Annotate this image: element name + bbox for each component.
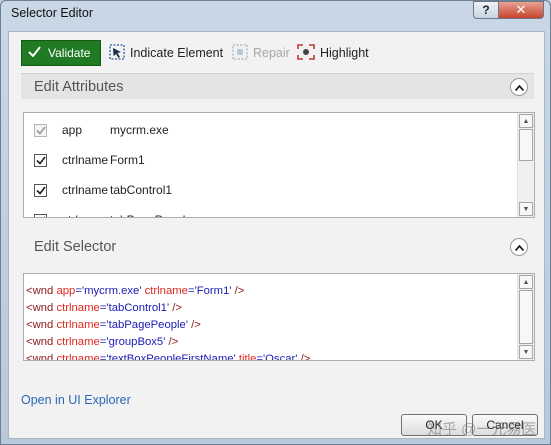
- attribute-checkbox[interactable]: [34, 123, 47, 137]
- attribute-value: mycrm.exe: [110, 123, 169, 137]
- selector-code: <wnd app='mycrm.exe' ctrlname='Form1' />…: [26, 283, 311, 361]
- help-button[interactable]: ?: [473, 1, 499, 19]
- attributes-scrollbar[interactable]: ▲ ▼: [517, 113, 534, 217]
- scrollbar-thumb[interactable]: [519, 129, 533, 161]
- dialog-body: Validate Indicate Element Repair Highlig…: [8, 31, 545, 439]
- selector-scrollbar[interactable]: ▲ ▼: [517, 274, 534, 360]
- scroll-down-arrow-icon[interactable]: ▼: [519, 345, 533, 359]
- repair-button[interactable]: Repair: [232, 40, 290, 66]
- edit-selector-title: Edit Selector: [34, 239, 117, 255]
- title-bar[interactable]: Selector Editor ? ✕: [1, 1, 550, 27]
- edit-attributes-title: Edit Attributes: [34, 78, 124, 95]
- ok-button[interactable]: OK: [401, 414, 467, 436]
- scroll-up-arrow-icon[interactable]: ▲: [519, 275, 533, 289]
- attribute-name: ctrlname: [62, 213, 108, 217]
- attributes-list: app mycrm.exe ctrlname Form1 ctrlname ta…: [23, 112, 535, 218]
- selector-line: <wnd ctrlname='textBoxPeopleFirstName' t…: [26, 353, 311, 361]
- chevron-up-icon: [514, 79, 524, 95]
- check-icon: [28, 46, 41, 60]
- chevron-up-icon: [514, 239, 524, 255]
- attribute-row: ctrlname tabPagePeople: [24, 205, 518, 217]
- edit-attributes-header: Edit Attributes: [21, 73, 534, 99]
- attribute-value: tabControl1: [110, 183, 173, 197]
- attribute-checkbox[interactable]: [34, 183, 47, 197]
- open-in-ui-explorer-link[interactable]: Open in UI Explorer: [21, 393, 131, 407]
- indicate-element-button[interactable]: Indicate Element: [109, 40, 223, 66]
- cursor-select-icon: [109, 43, 125, 63]
- validate-label: Validate: [48, 46, 91, 60]
- attribute-name: ctrlname: [62, 183, 109, 197]
- selector-line: <wnd ctrlname='groupBox5' />: [26, 336, 179, 348]
- attribute-value: Form1: [110, 153, 145, 167]
- attribute-row: app mycrm.exe: [24, 115, 518, 145]
- repair-icon: [232, 43, 248, 63]
- collapse-attributes-button[interactable]: [510, 78, 528, 96]
- attribute-name: ctrlname: [62, 153, 109, 167]
- highlight-button[interactable]: Highlight: [297, 40, 369, 66]
- attribute-value: tabPagePeople: [110, 213, 192, 217]
- scrollbar-thumb[interactable]: [519, 290, 533, 344]
- selector-text-editor[interactable]: <wnd app='mycrm.exe' ctrlname='Form1' />…: [23, 273, 535, 361]
- scroll-down-arrow-icon[interactable]: ▼: [519, 202, 533, 216]
- window-title: Selector Editor: [11, 6, 93, 20]
- scroll-up-arrow-icon[interactable]: ▲: [519, 114, 533, 128]
- attribute-row: ctrlname Form1: [24, 145, 518, 175]
- selector-line: <wnd ctrlname='tabControl1' />: [26, 302, 182, 314]
- attribute-row: ctrlname tabControl1: [24, 175, 518, 205]
- attribute-name: app: [62, 123, 83, 137]
- attribute-checkbox[interactable]: [34, 153, 47, 167]
- selector-line: <wnd app='mycrm.exe' ctrlname='Form1' />: [26, 285, 245, 297]
- edit-selector-header: Edit Selector: [21, 234, 534, 260]
- toolbar: Validate Indicate Element Repair Highlig…: [21, 40, 544, 66]
- validate-button[interactable]: Validate: [21, 40, 101, 66]
- collapse-selector-button[interactable]: [510, 238, 528, 256]
- selector-line: <wnd ctrlname='tabPagePeople' />: [26, 319, 201, 331]
- highlight-icon: [297, 43, 315, 63]
- cancel-button[interactable]: Cancel: [472, 414, 538, 436]
- selector-editor-window: Selector Editor ? ✕ Validate Indicate El…: [0, 0, 551, 445]
- repair-label: Repair: [253, 46, 290, 60]
- indicate-element-label: Indicate Element: [130, 46, 224, 60]
- attribute-checkbox[interactable]: [34, 213, 47, 217]
- close-button[interactable]: ✕: [498, 1, 544, 19]
- highlight-label: Highlight: [320, 46, 369, 60]
